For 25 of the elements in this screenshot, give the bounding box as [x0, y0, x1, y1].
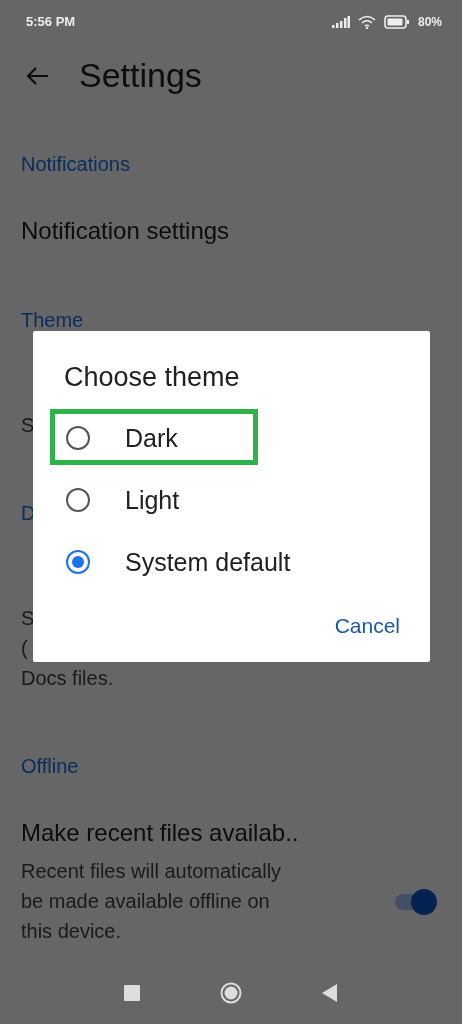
section-header: Theme — [21, 308, 84, 334]
section-header: Offline — [21, 754, 79, 780]
home-icon[interactable] — [220, 982, 242, 1005]
radio-option[interactable]: System default — [33, 531, 430, 593]
cancel-button[interactable]: Cancel — [328, 606, 406, 646]
radio-option[interactable]: Dark — [33, 407, 430, 469]
setting-description: S ( Docs files. — [21, 606, 114, 692]
recents-icon[interactable] — [124, 985, 140, 1002]
wifi-icon — [357, 14, 376, 29]
toggle-switch[interactable] — [395, 888, 437, 915]
battery-percent: 80% — [417, 14, 442, 29]
battery-icon — [383, 14, 410, 29]
radio-button[interactable] — [66, 426, 90, 450]
setting-description: Recent files will automatically be made available offline on this device. — [21, 859, 282, 945]
back-icon[interactable] — [322, 984, 338, 1003]
radio-option[interactable]: Light — [33, 469, 430, 531]
dialog-title: Choose theme — [63, 361, 241, 394]
status-time: 5:56 PM — [26, 14, 76, 30]
radio-button[interactable] — [66, 550, 90, 574]
section-header: Notifications — [21, 152, 130, 178]
page-title: Settings — [79, 56, 202, 96]
back-arrow-icon[interactable] — [25, 65, 49, 86]
radio-button[interactable] — [66, 488, 90, 512]
setting-description: S — [21, 413, 35, 439]
signal-icon — [331, 15, 350, 28]
